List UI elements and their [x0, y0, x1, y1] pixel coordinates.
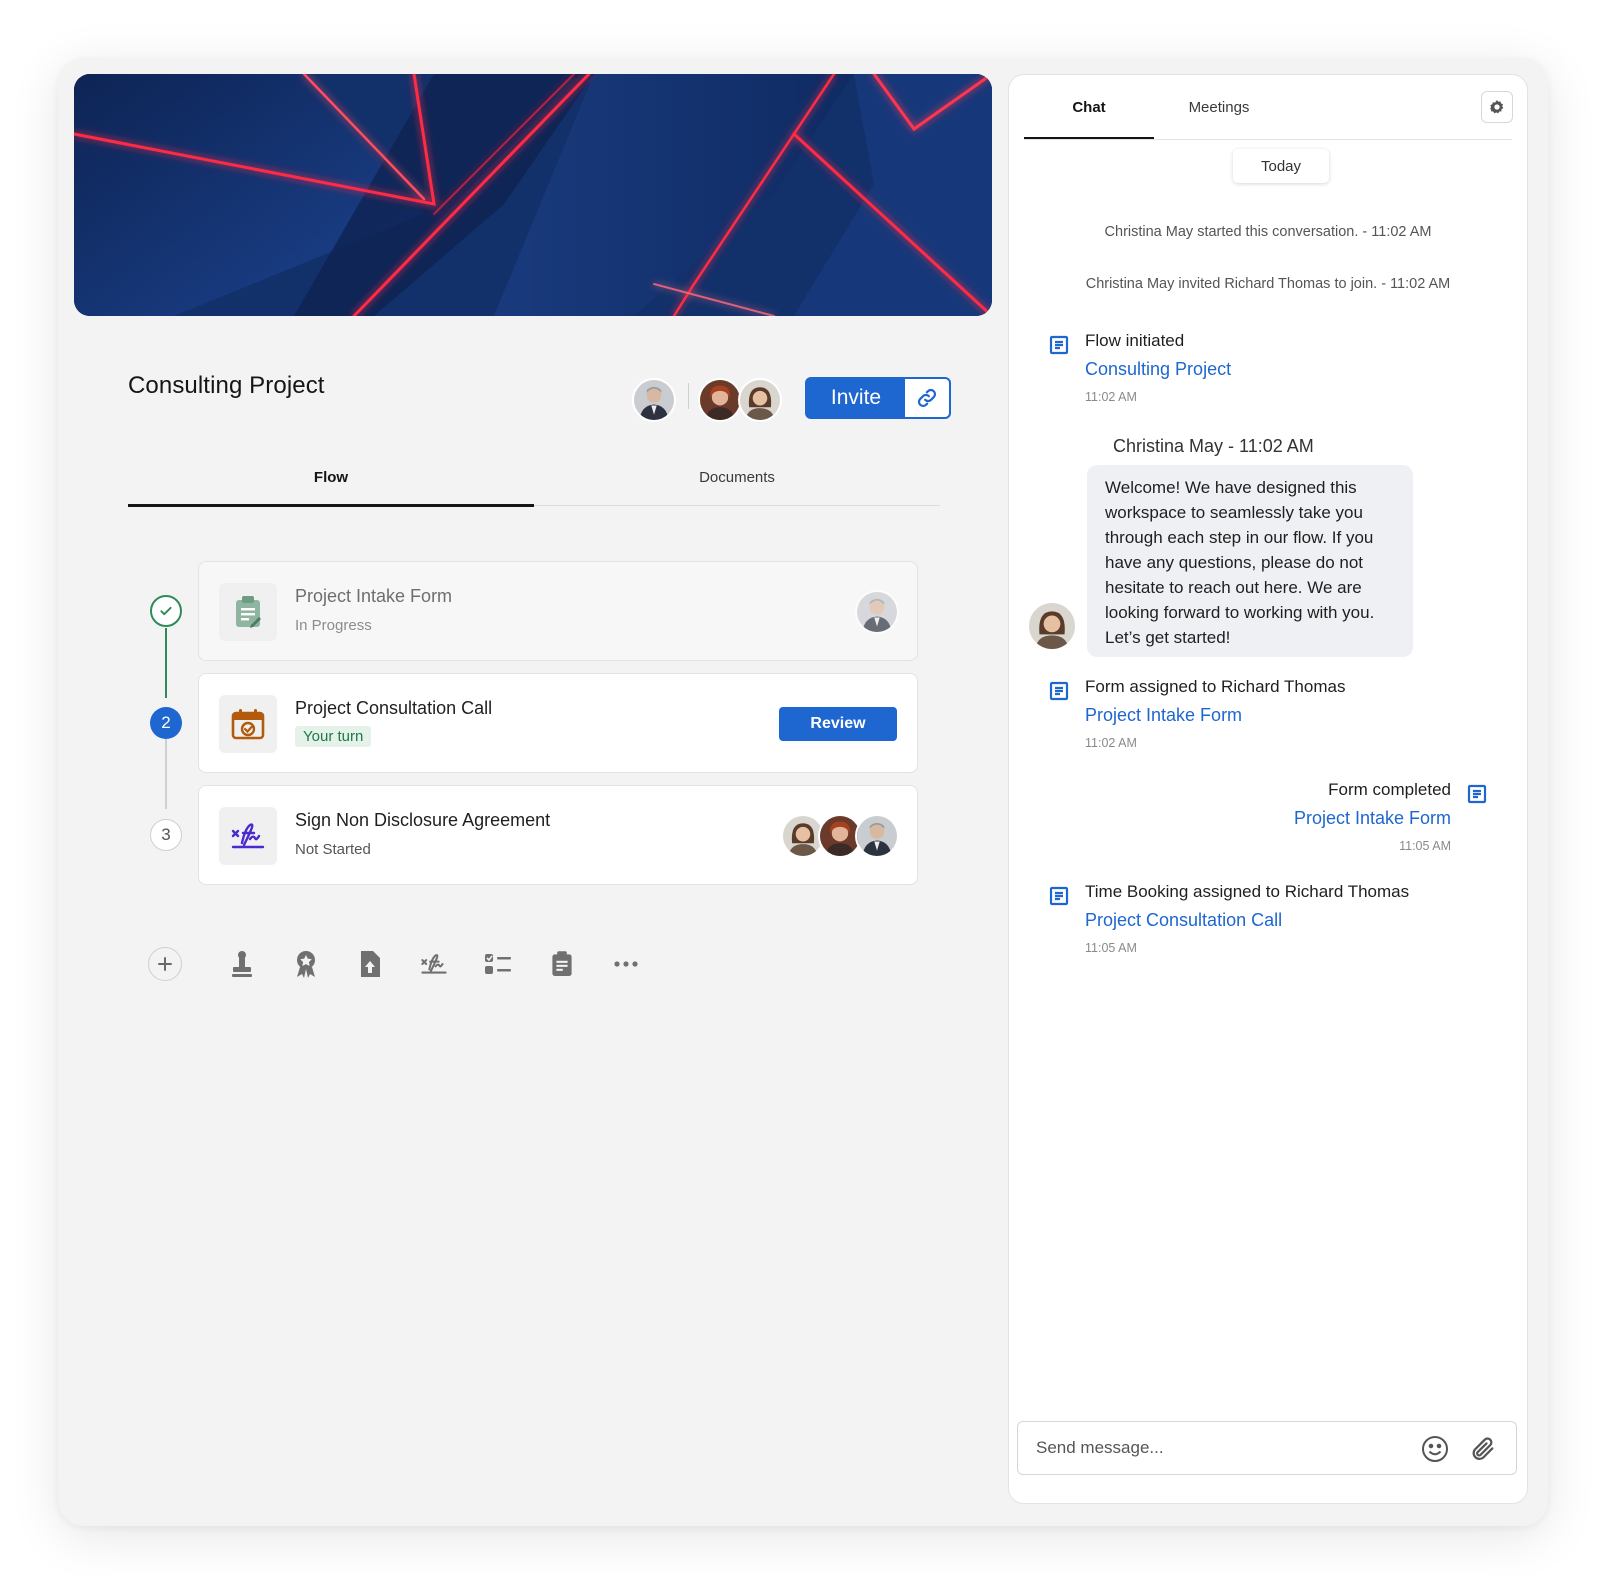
- step-name: Sign Non Disclosure Agreement: [295, 810, 551, 830]
- invite-label: Invite: [830, 386, 882, 409]
- file-upload-icon[interactable]: [352, 946, 388, 982]
- tab-flow[interactable]: Flow: [128, 450, 534, 507]
- project-banner: [74, 74, 992, 316]
- step-card-nda[interactable]: Sign Non Disclosure Agreement Not Starte…: [198, 785, 918, 885]
- step-status: Not Started: [295, 841, 371, 858]
- message-input[interactable]: [1036, 1422, 1376, 1474]
- system-message: Christina May started this conversation.…: [1104, 224, 1432, 240]
- tab-documents[interactable]: Documents: [534, 450, 940, 505]
- event-time: 11:05 AM: [1085, 941, 1137, 955]
- copy-link-icon[interactable]: [905, 379, 949, 417]
- event-link[interactable]: Consulting Project: [1085, 359, 1231, 380]
- review-button[interactable]: Review: [779, 707, 897, 741]
- avatar-christina[interactable]: [1027, 601, 1077, 651]
- document-icon: [1049, 681, 1069, 706]
- document-icon: [1049, 335, 1069, 360]
- event-time: 11:02 AM: [1085, 736, 1137, 750]
- step-complete-marker: [150, 595, 182, 627]
- event-title: Form assigned to Richard Thomas: [1085, 677, 1346, 696]
- award-icon[interactable]: [288, 946, 324, 982]
- clipboard-icon: [219, 583, 277, 641]
- event-title: Flow initiated: [1085, 331, 1185, 350]
- step-name: Project Consultation Call: [295, 698, 493, 718]
- check-icon: [160, 606, 172, 616]
- message-composer: [1017, 1421, 1517, 1475]
- event-time: 11:02 AM: [1085, 390, 1137, 404]
- event-link[interactable]: Project Intake Form: [1294, 808, 1451, 829]
- form-icon[interactable]: [544, 946, 580, 982]
- team-divider: [688, 383, 689, 409]
- event-title: Time Booking assigned to Richard Thomas: [1085, 882, 1410, 901]
- tab-meetings[interactable]: Meetings: [1154, 75, 1284, 139]
- date-divider: Today: [1233, 149, 1329, 183]
- emoji-icon[interactable]: [1420, 1434, 1450, 1464]
- status-badge: Your turn: [295, 726, 372, 747]
- assignee-avatar[interactable]: [855, 590, 899, 634]
- page-title: Consulting Project: [128, 372, 325, 399]
- event-link[interactable]: Project Consultation Call: [1085, 910, 1282, 931]
- step-number-3: 3: [150, 819, 182, 851]
- avatar-richard[interactable]: [632, 378, 676, 422]
- checklist-icon[interactable]: [480, 946, 516, 982]
- attachment-icon[interactable]: [1468, 1434, 1498, 1464]
- document-icon: [1049, 886, 1069, 911]
- event-time: 11:05 AM: [1399, 839, 1451, 853]
- invite-button[interactable]: Invite: [805, 377, 951, 419]
- chat-tabs-divider: [1024, 139, 1512, 140]
- more-icon[interactable]: [608, 946, 644, 982]
- gear-icon[interactable]: [1481, 91, 1513, 123]
- tab-chat[interactable]: Chat: [1024, 75, 1154, 139]
- calendar-check-icon: [219, 695, 277, 753]
- avatar-reviewer[interactable]: [698, 378, 742, 422]
- timeline-line-complete: [165, 628, 167, 698]
- event-link[interactable]: Project Intake Form: [1085, 705, 1242, 726]
- message-sender: Christina May - 11:02 AM: [1113, 436, 1314, 456]
- add-icon[interactable]: [148, 947, 182, 981]
- step-number-2: 2: [150, 707, 182, 739]
- stamp-icon[interactable]: [224, 946, 260, 982]
- step-card-consultation-call[interactable]: Project Consultation Call Your turn Revi…: [198, 673, 918, 773]
- event-title: Form completed: [1328, 780, 1451, 799]
- workspace-tabs: Flow Documents: [128, 450, 940, 507]
- step-card-intake-form[interactable]: Project Intake Form In Progress: [198, 561, 918, 661]
- signer-avatar-richard[interactable]: [855, 814, 899, 858]
- step-name: Project Intake Form: [295, 586, 453, 606]
- signature-icon[interactable]: [416, 946, 452, 982]
- document-icon: [1467, 784, 1487, 809]
- message-bubble: Welcome! We have designed this workspace…: [1087, 465, 1413, 657]
- step-status: In Progress: [295, 617, 372, 634]
- avatar-christina[interactable]: [738, 378, 782, 422]
- timeline-line-pending: [165, 739, 167, 809]
- chat-tabs: Chat Meetings: [1024, 75, 1284, 139]
- system-message: Christina May invited Richard Thomas to …: [1085, 276, 1451, 292]
- chat-panel: Chat Meetings Today Christina May starte…: [1008, 74, 1528, 1504]
- signature-icon: [219, 807, 277, 865]
